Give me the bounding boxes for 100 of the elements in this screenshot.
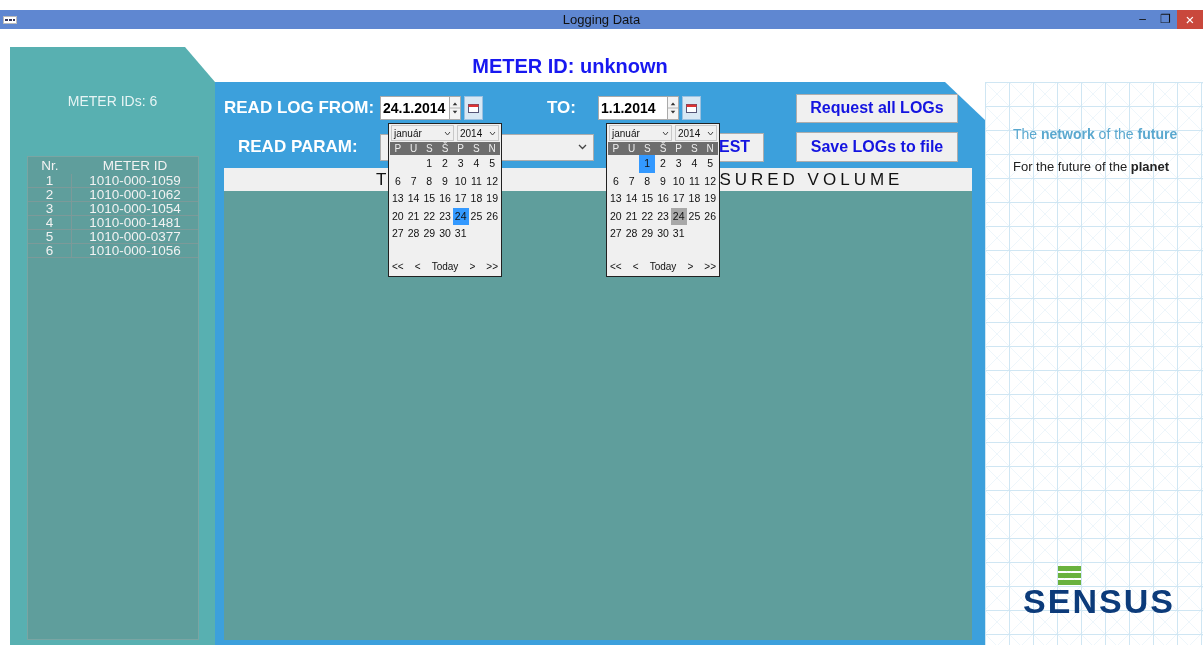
- calendar-day[interactable]: 1: [421, 155, 438, 173]
- calendar-day[interactable]: 28: [623, 225, 640, 243]
- calendar-day[interactable]: 25: [468, 207, 485, 225]
- calendar-day[interactable]: 16: [437, 190, 453, 208]
- calendar-button[interactable]: [464, 96, 483, 120]
- calendar-day[interactable]: 14: [623, 190, 640, 208]
- calendar-day[interactable]: 21: [405, 207, 422, 225]
- today-link[interactable]: Today: [649, 259, 677, 274]
- calendar-day[interactable]: 11: [686, 172, 703, 190]
- previous-link[interactable]: <: [414, 259, 421, 274]
- calendar-day[interactable]: 26: [484, 207, 500, 225]
- calendar-day[interactable]: 26: [702, 207, 718, 225]
- calendar-day[interactable]: 8: [639, 172, 656, 190]
- calendar-day[interactable]: 15: [421, 190, 438, 208]
- weekday-label: P: [456, 142, 466, 155]
- calendar-day[interactable]: 31: [670, 225, 687, 243]
- month-dropdown[interactable]: január: [609, 125, 672, 141]
- next-link[interactable]: >: [687, 259, 694, 274]
- month-dropdown[interactable]: január: [391, 125, 454, 141]
- calendar-day[interactable]: 25: [686, 207, 703, 225]
- calendar-day[interactable]: 4: [686, 155, 703, 173]
- calendar-day[interactable]: 16: [655, 190, 671, 208]
- spin-buttons[interactable]: [668, 96, 679, 120]
- year-dropdown[interactable]: 2014: [457, 125, 499, 141]
- calendar-button[interactable]: [682, 96, 701, 120]
- weekday-label: Š: [658, 142, 668, 155]
- request-all-button[interactable]: Request all LOGs: [796, 93, 958, 123]
- today-link[interactable]: Today: [431, 259, 459, 274]
- calendar-day[interactable]: 23: [655, 207, 671, 225]
- calendar-day[interactable]: 20: [390, 207, 406, 225]
- weekday-label: P: [393, 142, 403, 155]
- calendar-day[interactable]: 12: [484, 172, 500, 190]
- calendar-day[interactable]: 2: [655, 155, 671, 173]
- calendar-day[interactable]: 7: [623, 172, 640, 190]
- calendar-day[interactable]: 11: [468, 172, 485, 190]
- last-page-link[interactable]: >>: [704, 259, 716, 274]
- calendar-day[interactable]: 22: [421, 207, 438, 225]
- calendar-day[interactable]: 24: [670, 207, 687, 225]
- last-page-link[interactable]: >>: [486, 259, 498, 274]
- calendar-day[interactable]: 10: [452, 172, 469, 190]
- table-cell: 3: [28, 202, 72, 215]
- calendar-day[interactable]: 14: [405, 190, 422, 208]
- calendar-day[interactable]: 31: [452, 225, 469, 243]
- tagline: The network of the future: [1013, 125, 1179, 144]
- calendar-day[interactable]: 21: [623, 207, 640, 225]
- weekday-label: U: [626, 142, 637, 155]
- calendar-day[interactable]: 18: [686, 190, 703, 208]
- calendar-day[interactable]: 24: [452, 207, 469, 225]
- calendar-day[interactable]: 17: [670, 190, 687, 208]
- calendar-day[interactable]: 23: [437, 207, 453, 225]
- calendar-day[interactable]: 19: [702, 190, 718, 208]
- calendar-day[interactable]: 17: [452, 190, 469, 208]
- save-logs-button[interactable]: Save LOGs to file: [796, 132, 958, 162]
- calendar-day[interactable]: 1: [639, 155, 656, 173]
- calendar-day[interactable]: 10: [670, 172, 687, 190]
- calendar-day[interactable]: 7: [405, 172, 422, 190]
- calendar-day[interactable]: 8: [421, 172, 438, 190]
- calendar-day[interactable]: 15: [639, 190, 656, 208]
- meter-count: METER IDs: 6: [67, 92, 158, 111]
- from-label: READ LOG FROM:: [224, 97, 376, 120]
- calendar-day[interactable]: 29: [421, 225, 438, 243]
- calendar-day[interactable]: 13: [608, 190, 624, 208]
- calendar-day[interactable]: 12: [702, 172, 718, 190]
- calendar-day[interactable]: 2: [437, 155, 453, 173]
- calendar-day[interactable]: 20: [608, 207, 624, 225]
- calendar-day[interactable]: 18: [468, 190, 485, 208]
- calendar-day[interactable]: 29: [639, 225, 656, 243]
- calendar-day[interactable]: 27: [390, 225, 406, 243]
- calendar-day[interactable]: 27: [608, 225, 624, 243]
- column-header: Nr.: [40, 157, 60, 174]
- calendar-day[interactable]: 28: [405, 225, 422, 243]
- next-link[interactable]: >: [469, 259, 476, 274]
- spin-buttons[interactable]: [450, 96, 461, 120]
- previous-link[interactable]: <: [632, 259, 639, 274]
- restore-button[interactable]: ❐: [1154, 10, 1177, 29]
- calendar-day[interactable]: 5: [484, 155, 500, 173]
- calendar-day[interactable]: 6: [390, 172, 406, 190]
- date-field[interactable]: 1.1.2014: [598, 96, 668, 120]
- date-field[interactable]: 24.1.2014: [380, 96, 450, 120]
- calendar-day[interactable]: 6: [608, 172, 624, 190]
- calendar-day[interactable]: 19: [484, 190, 500, 208]
- column-header: SURED VOLUME: [719, 168, 904, 191]
- calendar-day[interactable]: 13: [390, 190, 406, 208]
- calendar-day[interactable]: 3: [670, 155, 687, 173]
- calendar-day[interactable]: 30: [655, 225, 671, 243]
- calendar-day[interactable]: 30: [437, 225, 453, 243]
- calendar-day[interactable]: 9: [655, 172, 671, 190]
- calendar-day[interactable]: 4: [468, 155, 485, 173]
- column-header: METER ID: [101, 157, 169, 174]
- first-page-link[interactable]: <<: [392, 259, 404, 274]
- calendar-day[interactable]: 9: [437, 172, 453, 190]
- close-button[interactable]: ×: [1177, 10, 1203, 29]
- table-cell: 4: [28, 216, 72, 229]
- minimize-button[interactable]: –: [1131, 10, 1154, 29]
- calendar-day[interactable]: 3: [452, 155, 469, 173]
- year-dropdown[interactable]: 2014: [675, 125, 717, 141]
- weekday-label: N: [705, 142, 715, 155]
- calendar-day[interactable]: 22: [639, 207, 656, 225]
- first-page-link[interactable]: <<: [610, 259, 622, 274]
- chevron-icon: [444, 130, 451, 136]
